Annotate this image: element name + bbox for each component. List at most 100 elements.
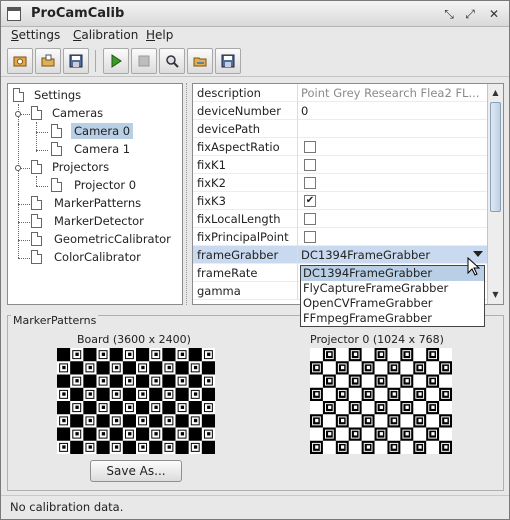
property-row-fix-k2[interactable]: fixK2 [193, 174, 487, 192]
property-row-description[interactable]: description Point Grey Research Flea2 FL… [193, 84, 487, 102]
open-folder-icon [193, 57, 207, 67]
tree-item-marker-patterns[interactable]: MarkerPatterns [54, 195, 141, 211]
tree-line [36, 122, 37, 152]
save-disk-icon [221, 54, 235, 68]
tree-item-settings[interactable]: Settings [34, 87, 81, 103]
tree-line [18, 258, 30, 259]
board-pattern-image [57, 348, 215, 454]
main-window: ProCamCalib ⤡ ⤢ ✕ Settings Calibration H… [0, 0, 510, 520]
property-value[interactable]: 0 [301, 104, 485, 118]
tree-item-camera-1[interactable]: Camera 1 [74, 141, 130, 157]
property-value[interactable]: Point Grey Research Flea2 FL... [301, 86, 485, 100]
menu-calibration-rest: alibration [81, 28, 139, 42]
scroll-down-icon[interactable]: ▼ [489, 288, 502, 301]
board-label: Board (3600 x 2400) [77, 333, 191, 346]
close-icon[interactable]: ✕ [487, 7, 501, 21]
tree-line [36, 132, 48, 133]
menu-calibration[interactable]: Calibration [73, 28, 138, 42]
property-name: fixK3 [197, 194, 226, 208]
property-checkbox[interactable] [304, 213, 316, 225]
splitter[interactable] [186, 83, 190, 305]
document-icon [13, 88, 24, 102]
menu-help-rest: elp [155, 28, 174, 42]
minimize-icon[interactable]: ⤡ [442, 7, 456, 21]
property-name: deviceNumber [197, 104, 281, 118]
open-button[interactable] [35, 48, 61, 74]
zoom-button[interactable] [159, 48, 185, 74]
open-calibration-button[interactable] [187, 48, 213, 74]
frame-grabber-combo-value[interactable]: DC1394FrameGrabber [301, 248, 485, 262]
property-scrollbar[interactable]: ▲ ▼ [487, 84, 503, 304]
scroll-up-icon[interactable]: ▲ [489, 86, 502, 99]
tree-line [20, 168, 30, 169]
property-checkbox[interactable]: ✔ [304, 195, 316, 207]
window-title: ProCamCalib [31, 6, 125, 21]
property-row-frame-grabber[interactable]: frameGrabber DC1394FrameGrabber [193, 246, 487, 264]
document-icon [31, 232, 42, 246]
status-text: No calibration data. [10, 500, 124, 514]
tree-item-camera-0[interactable]: Camera 0 [71, 123, 134, 139]
toolbar-separator [95, 50, 96, 72]
checkmark-icon: ✔ [305, 195, 315, 206]
document-icon [31, 106, 42, 120]
property-checkbox[interactable] [304, 231, 316, 243]
document-icon [51, 142, 62, 156]
frame-grabber-dropdown: DC1394FrameGrabber FlyCaptureFrameGrabbe… [300, 265, 485, 327]
property-row-fix-principal-point[interactable]: fixPrincipalPoint [193, 228, 487, 246]
property-row-fix-k3[interactable]: fixK3 ✔ [193, 192, 487, 210]
tree-line [20, 114, 30, 115]
save-calibration-button[interactable] [215, 48, 241, 74]
dropdown-option[interactable]: DC1394FrameGrabber [301, 266, 484, 281]
property-name: fixLocalLength [197, 212, 281, 226]
tree-line [18, 240, 30, 241]
app-window-icon [7, 7, 21, 21]
save-button[interactable] [63, 48, 89, 74]
dropdown-option[interactable]: OpenCVFrameGrabber [301, 296, 484, 311]
projector-pattern-image [310, 348, 452, 454]
property-checkbox[interactable] [304, 177, 316, 189]
property-checkbox[interactable] [304, 159, 316, 171]
toolbar [1, 45, 509, 77]
document-icon [31, 214, 42, 228]
scroll-thumb[interactable] [490, 102, 501, 212]
tree-item-geometric-calibrator[interactable]: GeometricCalibrator [54, 231, 171, 247]
property-row-device-number[interactable]: deviceNumber 0 [193, 102, 487, 120]
property-checkbox[interactable] [304, 141, 316, 153]
document-icon [31, 160, 42, 174]
dropdown-option[interactable]: FlyCaptureFrameGrabber [301, 281, 484, 296]
tree-item-projectors[interactable]: Projectors [52, 159, 109, 175]
play-icon [111, 54, 122, 68]
start-button[interactable] [103, 48, 129, 74]
property-name: devicePath [197, 122, 261, 136]
maximize-icon[interactable]: ⤢ [463, 7, 477, 21]
tree-line [18, 170, 19, 258]
document-icon [31, 196, 42, 210]
menu-bar: Settings Calibration Help [1, 27, 509, 45]
document-icon [31, 250, 42, 264]
tree-line [18, 204, 30, 205]
property-row-fix-aspect-ratio[interactable]: fixAspectRatio [193, 138, 487, 156]
property-row-fix-k1[interactable]: fixK1 [193, 156, 487, 174]
tree-item-marker-detector[interactable]: MarkerDetector [54, 213, 144, 229]
property-row-device-path[interactable]: devicePath [193, 120, 487, 138]
save-as-button[interactable]: Save As... [90, 460, 182, 482]
status-bar: No calibration data. [1, 495, 509, 519]
title-bar: ProCamCalib ⤡ ⤢ ✕ [1, 1, 509, 27]
load-settings-button[interactable] [7, 48, 33, 74]
menu-settings[interactable]: Settings [11, 28, 60, 42]
property-name: frameRate [197, 266, 258, 280]
tree-item-cameras[interactable]: Cameras [52, 105, 103, 121]
dropdown-option[interactable]: FFmpegFrameGrabber [301, 311, 484, 326]
stop-button[interactable] [131, 48, 157, 74]
property-row-fix-local-length[interactable]: fixLocalLength [193, 210, 487, 228]
menu-settings-rest: ettings [18, 28, 61, 42]
property-name: fixK1 [197, 158, 226, 172]
property-name: gamma [197, 284, 241, 298]
tree-item-color-calibrator[interactable]: ColorCalibrator [54, 249, 141, 265]
menu-help[interactable]: Help [146, 28, 173, 42]
settings-tree[interactable]: Settings Cameras Camera 0 Camera 1 Proje… [7, 83, 183, 305]
property-name: fixAspectRatio [197, 140, 280, 154]
mouse-pointer-icon [467, 257, 481, 276]
document-icon [51, 124, 62, 138]
tree-item-projector-0[interactable]: Projector 0 [74, 177, 136, 193]
